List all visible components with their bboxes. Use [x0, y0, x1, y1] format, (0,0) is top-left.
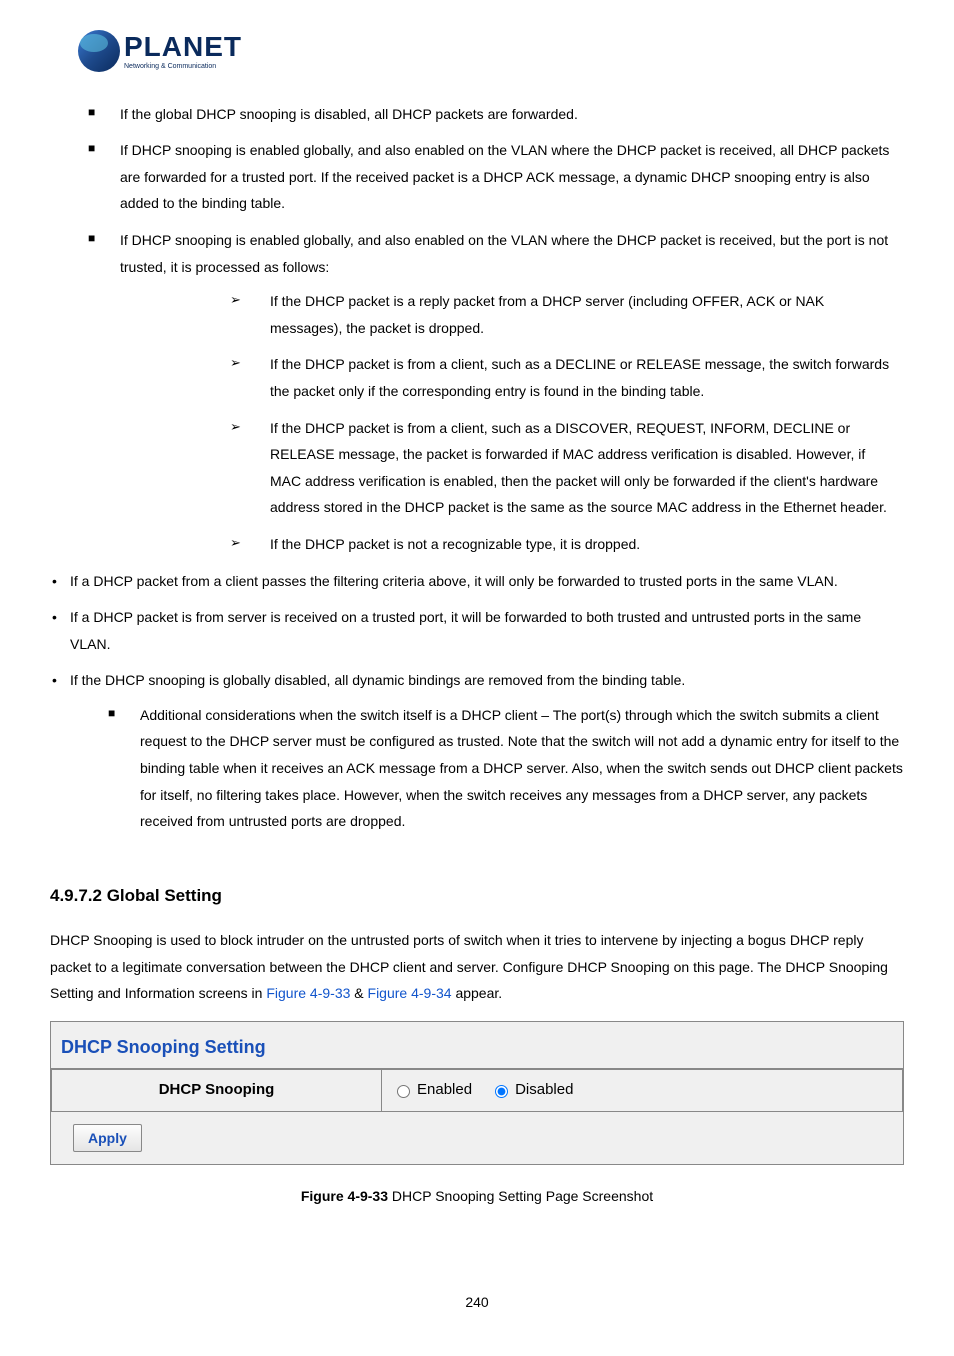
- logo-name: PLANET: [124, 33, 242, 61]
- list-primary: If the global DHCP snooping is disabled,…: [50, 101, 904, 558]
- list-item: If DHCP snooping is enabled globally, an…: [50, 227, 904, 558]
- list-item: If the DHCP packet is from a client, suc…: [120, 415, 904, 521]
- radio-disabled-input[interactable]: [495, 1085, 508, 1098]
- table-row: DHCP Snooping Enabled Disabled: [52, 1070, 903, 1112]
- radio-label: Disabled: [515, 1076, 573, 1105]
- text: If the DHCP snooping is globally disable…: [70, 672, 685, 688]
- figure-link-34[interactable]: Figure 4-9-34: [368, 985, 452, 1001]
- text: If a DHCP packet is from server is recei…: [70, 609, 861, 652]
- settings-table: DHCP Snooping Enabled Disabled: [51, 1069, 903, 1112]
- list-item: If the DHCP packet is a reply packet fro…: [120, 288, 904, 341]
- list-item: If a DHCP packet is from server is recei…: [50, 604, 904, 657]
- text: appear.: [452, 985, 503, 1001]
- radio-enabled[interactable]: Enabled: [392, 1076, 472, 1105]
- text: If DHCP snooping is enabled globally, an…: [120, 142, 889, 211]
- logo-mark: PLANET Networking & Communication: [78, 30, 242, 72]
- radio-enabled-input[interactable]: [397, 1085, 410, 1098]
- brand-logo: PLANET Networking & Communication: [50, 30, 904, 81]
- text: If the DHCP packet is from a client, suc…: [270, 420, 887, 516]
- radio-disabled[interactable]: Disabled: [490, 1076, 573, 1105]
- caption-bold: Figure 4-9-33: [301, 1188, 388, 1204]
- text: If the DHCP packet is not a recognizable…: [270, 536, 640, 552]
- section-heading: 4.9.7.2 Global Setting: [50, 880, 904, 912]
- text: If the global DHCP snooping is disabled,…: [120, 106, 578, 122]
- list-item: If the DHCP packet is not a recognizable…: [120, 531, 904, 558]
- list-nested: If the DHCP packet is a reply packet fro…: [120, 288, 904, 557]
- text: If DHCP snooping is enabled globally, an…: [120, 232, 888, 275]
- radio-label: Enabled: [417, 1076, 472, 1105]
- list-secondary: If a DHCP packet from a client passes th…: [50, 568, 904, 835]
- text: Additional considerations when the switc…: [140, 707, 903, 829]
- figure-caption: Figure 4-9-33 DHCP Snooping Setting Page…: [50, 1183, 904, 1210]
- list-item: If the DHCP packet is from a client, suc…: [120, 351, 904, 404]
- text: If the DHCP packet is from a client, suc…: [270, 356, 889, 399]
- list-item: If the DHCP snooping is globally disable…: [50, 667, 904, 835]
- page-content: PLANET Networking & Communication If the…: [0, 0, 954, 1356]
- logo-tagline: Networking & Communication: [124, 63, 242, 70]
- apply-button[interactable]: Apply: [73, 1124, 142, 1152]
- settings-title: DHCP Snooping Setting: [51, 1022, 903, 1069]
- figure-link-33[interactable]: Figure 4-9-33: [266, 985, 350, 1001]
- text: If a DHCP packet from a client passes th…: [70, 573, 838, 589]
- settings-panel: DHCP Snooping Setting DHCP Snooping Enab…: [50, 1021, 904, 1165]
- setting-row-control: Enabled Disabled: [382, 1070, 903, 1112]
- globe-icon: [78, 30, 120, 72]
- list-nested-2: Additional considerations when the switc…: [70, 702, 904, 835]
- section-paragraph: DHCP Snooping is used to block intruder …: [50, 927, 904, 1007]
- caption-text: DHCP Snooping Setting Page Screenshot: [388, 1188, 653, 1204]
- list-item: If the global DHCP snooping is disabled,…: [50, 101, 904, 128]
- list-item: Additional considerations when the switc…: [70, 702, 904, 835]
- list-item: If a DHCP packet from a client passes th…: [50, 568, 904, 595]
- setting-row-label: DHCP Snooping: [52, 1070, 382, 1112]
- text: &: [350, 985, 367, 1001]
- text: If the DHCP packet is a reply packet fro…: [270, 293, 824, 336]
- list-item: If DHCP snooping is enabled globally, an…: [50, 137, 904, 217]
- page-number: 240: [50, 1289, 904, 1316]
